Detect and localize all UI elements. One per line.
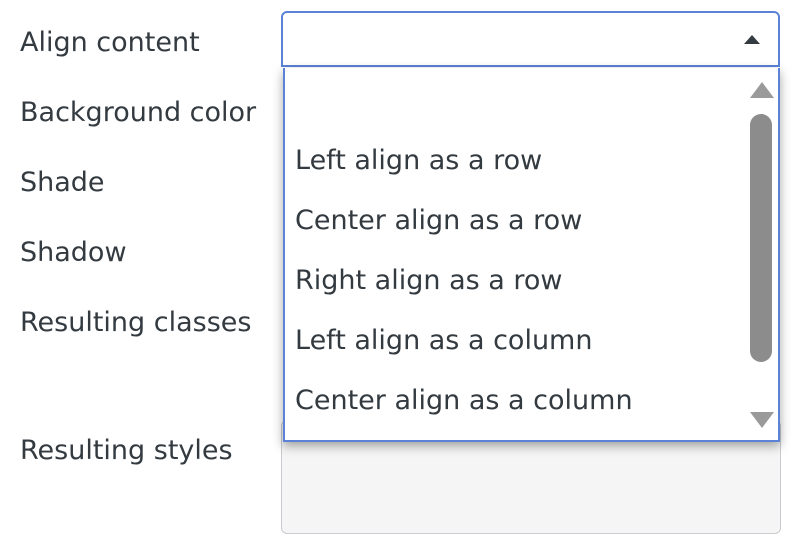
align-content-select[interactable] [281,11,780,67]
background-color-label: Background color [20,97,257,128]
option-left-align-row[interactable]: Left align as a row [295,147,542,174]
option-center-align-column[interactable]: Center align as a column [295,387,633,414]
align-content-dropdown[interactable]: Left align as a row Center align as a ro… [283,68,780,442]
block-settings-form: Align content Background color Shade Sha… [0,0,802,550]
resulting-classes-label: Resulting classes [20,307,252,338]
scroll-up-arrow-icon[interactable] [750,82,774,98]
chevron-up-icon[interactable] [744,35,760,44]
resulting-styles-label: Resulting styles [20,435,233,466]
shade-label: Shade [20,167,105,198]
scroll-down-arrow-icon[interactable] [750,412,774,428]
shadow-label: Shadow [20,237,127,268]
option-left-align-column[interactable]: Left align as a column [295,327,592,354]
align-content-label: Align content [20,27,200,58]
option-center-align-row[interactable]: Center align as a row [295,207,582,234]
option-right-align-row[interactable]: Right align as a row [295,267,563,294]
scrollbar-thumb[interactable] [750,114,772,362]
